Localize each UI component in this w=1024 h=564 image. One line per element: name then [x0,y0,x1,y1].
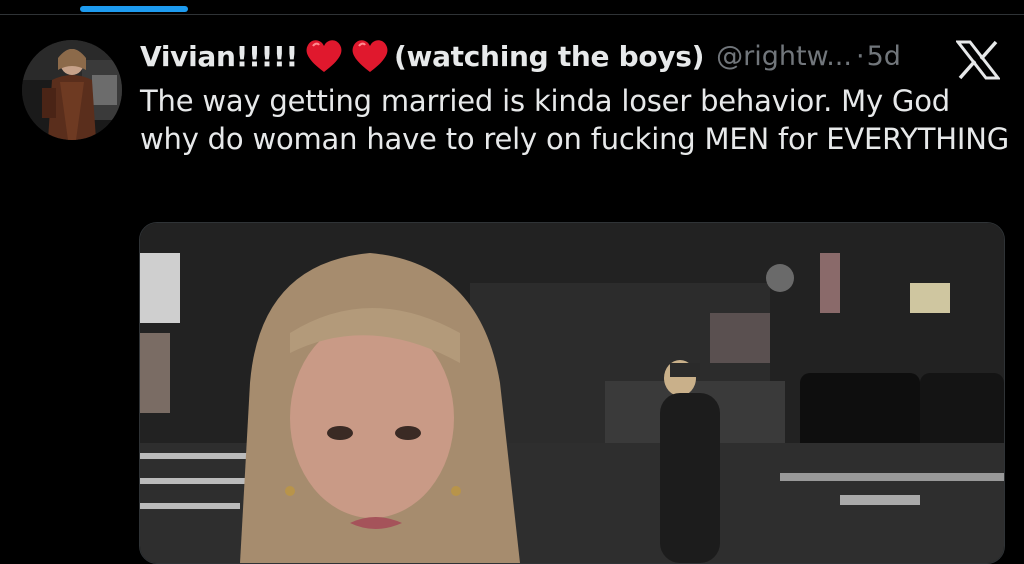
x-logo-icon [954,40,1002,80]
avatar[interactable] [22,40,122,140]
display-name-suffix[interactable]: (watching the boys) [394,40,704,73]
red-heart-icon [304,38,344,74]
tweet-media-video[interactable] [139,222,1005,564]
display-name[interactable]: Vivian!!!!! [140,40,298,73]
separator-dot: · [855,40,865,72]
red-heart-icon [350,38,390,74]
tweet-text: The way getting married is kinda loser b… [140,84,1010,156]
timestamp[interactable]: 5d [867,41,901,72]
active-tab-indicator [80,6,188,12]
user-handle[interactable]: @rightw... [716,41,852,72]
tweet-header: Vivian!!!!! (watching the boys) @rightw.… [140,34,901,78]
top-divider [0,14,1024,15]
